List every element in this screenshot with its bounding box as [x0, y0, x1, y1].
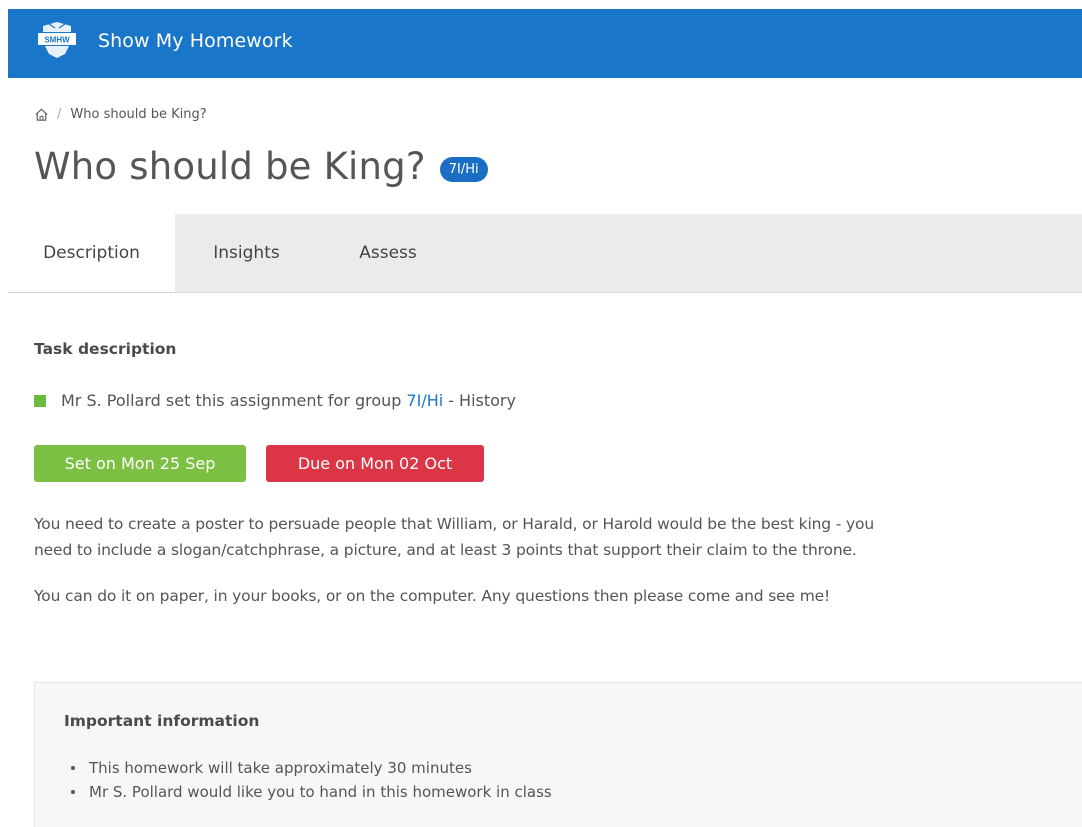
- logo-text: SMHW: [44, 36, 70, 45]
- task-description-paragraph-1: You need to create a poster to persuade …: [34, 511, 874, 563]
- due-date-badge: Due on Mon 02 Oct: [266, 445, 484, 482]
- group-link[interactable]: 7I/Hi: [406, 391, 443, 410]
- important-info-heading: Important information: [64, 712, 260, 730]
- task-description-paragraph-2: You can do it on paper, in your books, o…: [34, 587, 831, 605]
- breadcrumb-separator: /: [57, 107, 62, 122]
- tab-assess[interactable]: Assess: [330, 214, 446, 292]
- description-line-1: You need to create a poster to persuade …: [34, 515, 875, 533]
- tab-description[interactable]: Description: [8, 214, 175, 292]
- page: SMHW Show My Homework / Who should be Ki…: [0, 0, 1082, 827]
- list-item: This homework will take approximately 30…: [71, 756, 552, 780]
- page-title: Who should be King? 7I/Hi: [34, 145, 488, 188]
- task-description-heading: Task description: [34, 340, 177, 358]
- set-date-badge: Set on Mon 25 Sep: [34, 445, 246, 482]
- app-title[interactable]: Show My Homework: [98, 30, 293, 52]
- smhw-logo[interactable]: SMHW: [35, 20, 79, 60]
- important-info-panel: Important information This homework will…: [34, 682, 1082, 827]
- setter-text: Mr S. Pollard set this assignment for gr…: [61, 391, 402, 410]
- important-info-list: This homework will take approximately 30…: [71, 756, 552, 804]
- subject-text: - History: [448, 391, 516, 410]
- page-title-text: Who should be King?: [34, 145, 426, 188]
- breadcrumb: / Who should be King?: [34, 107, 207, 122]
- app-header: SMHW Show My Homework: [8, 9, 1082, 78]
- home-icon[interactable]: [34, 107, 49, 122]
- tab-insights[interactable]: Insights: [184, 214, 309, 292]
- assignment-info: Mr S. Pollard set this assignment for gr…: [34, 391, 516, 410]
- group-badge: 7I/Hi: [439, 157, 488, 182]
- description-line-2: need to include a slogan/catchphrase, a …: [34, 541, 857, 559]
- status-square-icon: [34, 394, 46, 407]
- list-item: Mr S. Pollard would like you to hand in …: [71, 780, 552, 804]
- breadcrumb-current: Who should be King?: [70, 107, 207, 122]
- tab-bar: Description Insights Assess: [8, 214, 1082, 293]
